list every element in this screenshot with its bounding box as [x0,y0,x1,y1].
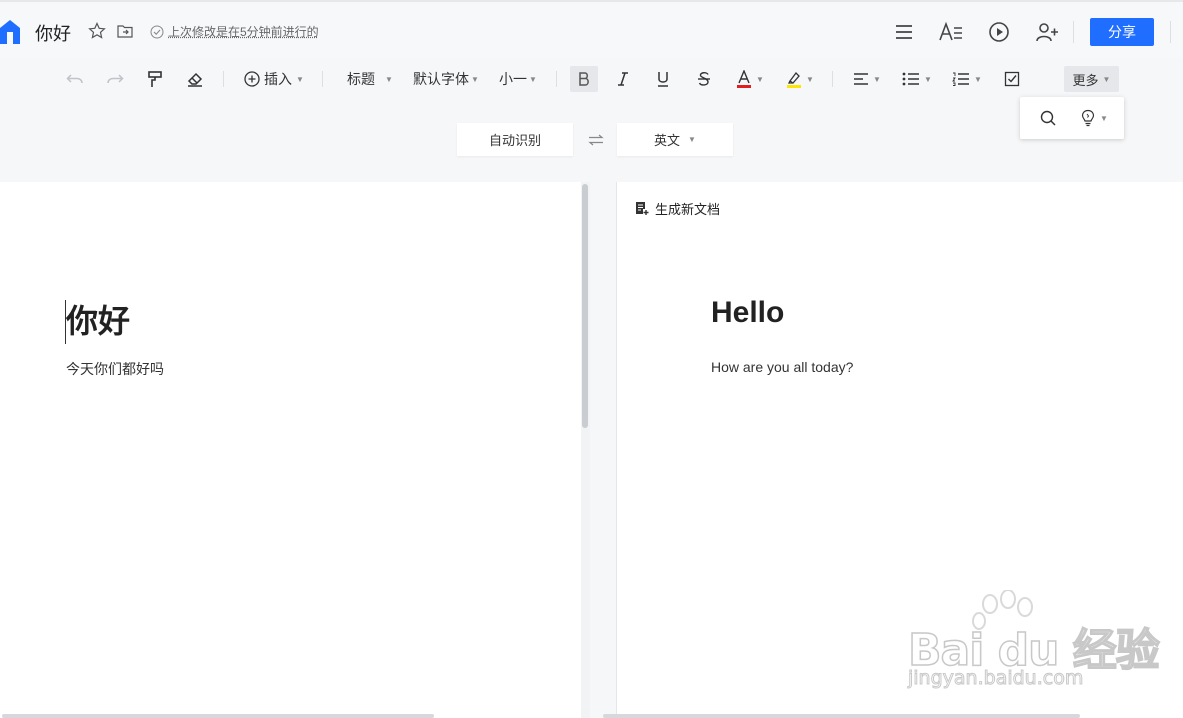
lightbulb-icon [1081,109,1095,127]
save-status-text[interactable]: 上次修改是在5分钟前进行的 [168,23,319,40]
caret-down-icon: ▼ [688,135,696,144]
font-size-label: 小一 [499,71,528,87]
caret-down-icon: ▼ [924,74,932,84]
header-divider [1170,21,1171,43]
save-status: 上次修改是在5分钟前进行的 [150,23,319,40]
font-size-dropdown[interactable]: 小一 ▼ [497,66,539,92]
font-family-label: 默认字体 [413,71,470,87]
generate-new-document-button[interactable]: 生成新文档 [635,199,720,218]
search-icon[interactable] [1036,105,1060,131]
font-family-dropdown[interactable]: 默认字体 ▼ [412,66,480,92]
more-popover: ▼ [1020,97,1124,139]
source-horizontal-scrollbar[interactable] [2,714,434,718]
present-play-icon[interactable] [986,19,1012,45]
format-painter-icon[interactable] [144,66,166,92]
bullet-list-icon [902,72,920,86]
toolbar-divider [556,71,557,87]
plus-circle-icon [244,71,260,87]
numbered-list-button[interactable]: ▼ [952,66,982,92]
menu-icon[interactable] [891,19,917,45]
document-title[interactable]: 你好 [35,20,71,46]
app-window: 你好 上次修改是在5分钟前进行的 分享 插入 ▼ 标题 ▼ 默认字体 ▼ 小一 … [0,0,1183,718]
translated-paragraph[interactable]: How are you all today? [711,359,853,375]
caret-down-icon: ▼ [296,74,304,84]
target-language-label: 英文 [654,133,681,148]
translation-horizontal-scrollbar[interactable] [603,714,1080,718]
font-color-button[interactable]: ▼ [733,66,767,92]
source-language-select[interactable]: 自动识别 [457,123,573,156]
translated-heading[interactable]: Hello [711,296,784,330]
swap-languages-icon[interactable] [586,130,606,150]
move-to-folder-icon[interactable] [115,21,135,41]
caret-down-icon: ▼ [806,74,814,84]
caret-down-icon: ▼ [385,74,393,84]
heading-style-label: 标题 [347,71,376,87]
source-paragraph[interactable]: 今天你们都好吗 [66,359,164,379]
italic-icon[interactable] [612,66,634,92]
caret-down-icon: ▼ [756,74,764,84]
strikethrough-icon[interactable] [693,66,715,92]
highlight-color-button[interactable]: ▼ [783,66,817,92]
app-logo-icon[interactable] [0,18,20,46]
clear-format-eraser-icon[interactable] [184,66,206,92]
generate-new-document-label: 生成新文档 [655,202,721,217]
redo-icon[interactable] [104,66,126,92]
caret-down-icon: ▼ [974,74,982,84]
star-icon[interactable] [87,21,107,41]
watermark-url: jingyan.baidu.com [907,667,1084,690]
more-menu-button[interactable]: 更多 ▼ [1064,66,1119,92]
align-left-icon [854,73,869,85]
pane-divider [590,182,617,718]
add-collaborator-icon[interactable] [1034,19,1060,45]
header-bar: 你好 上次修改是在5分钟前进行的 分享 [0,0,1183,58]
font-color-icon [737,70,752,88]
source-scrollbar-thumb[interactable] [582,184,588,428]
share-button[interactable]: 分享 [1090,18,1154,46]
caret-down-icon: ▼ [873,74,881,84]
text-format-icon[interactable] [938,19,964,45]
heading-style-dropdown[interactable]: 标题 ▼ [345,66,395,92]
undo-icon[interactable] [64,66,86,92]
align-button[interactable]: ▼ [852,66,882,92]
insert-menu-button[interactable]: 插入 ▼ [243,66,305,92]
bullet-list-button[interactable]: ▼ [902,66,932,92]
check-circle-icon [150,25,164,38]
source-language-label: 自动识别 [488,133,541,148]
caret-down-icon: ▼ [1102,74,1111,84]
caret-down-icon: ▼ [1100,113,1108,123]
more-label: 更多 [1072,72,1099,88]
header-divider [1073,21,1074,43]
idea-bulb-button[interactable]: ▼ [1078,105,1110,131]
new-document-icon [636,202,649,215]
toolbar-divider [322,71,323,87]
caret-down-icon: ▼ [529,74,537,84]
source-heading[interactable]: 你好 [66,296,130,342]
source-document-pane[interactable] [0,182,581,718]
underline-icon[interactable] [652,66,674,92]
highlighter-icon [787,72,802,88]
insert-label: 插入 [264,71,293,87]
checkbox-list-icon[interactable] [1001,66,1023,92]
toolbar-divider [223,71,224,87]
caret-down-icon: ▼ [471,74,479,84]
toolbar-divider [832,71,833,87]
bold-icon [579,72,589,86]
target-language-select[interactable]: 英文 ▼ [617,123,733,156]
bold-button[interactable] [570,66,598,92]
format-toolbar: 插入 ▼ 标题 ▼ 默认字体 ▼ 小一 ▼ ▼ ▼ ▼ ▼ ▼ 更多 ▼ [0,60,1183,100]
numbered-list-icon [952,72,970,86]
